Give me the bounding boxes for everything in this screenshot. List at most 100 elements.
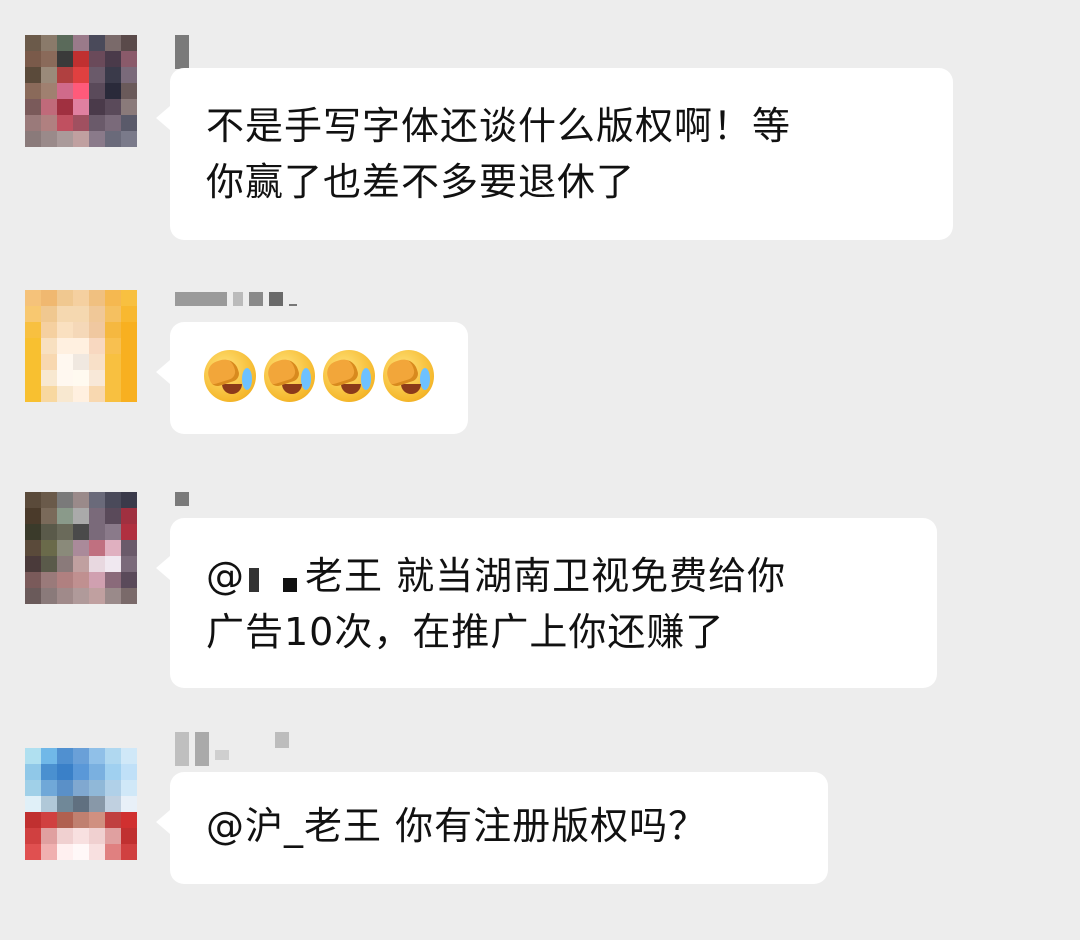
avatar-pixel bbox=[105, 35, 121, 51]
avatar-pixel bbox=[25, 780, 41, 796]
avatar-pixel bbox=[121, 115, 137, 131]
facepalm-crying-emoji-icon bbox=[382, 350, 434, 402]
avatar-pixel bbox=[105, 556, 121, 572]
avatar-pixel bbox=[73, 354, 89, 370]
avatar[interactable] bbox=[25, 748, 137, 860]
avatar-pixel bbox=[89, 780, 105, 796]
avatar-pixel bbox=[73, 508, 89, 524]
avatar-pixel bbox=[73, 131, 89, 147]
avatar-pixel bbox=[73, 556, 89, 572]
avatar-pixel bbox=[41, 306, 57, 322]
mention-name-blur bbox=[245, 564, 305, 594]
avatar-pixel bbox=[73, 322, 89, 338]
emoji-row bbox=[204, 350, 434, 402]
avatar-pixel bbox=[89, 812, 105, 828]
avatar-pixel bbox=[25, 492, 41, 508]
avatar-pixel bbox=[121, 386, 137, 402]
avatar-pixel bbox=[121, 540, 137, 556]
avatar-pixel bbox=[121, 588, 137, 604]
avatar-pixel bbox=[105, 115, 121, 131]
avatar-pixel bbox=[41, 354, 57, 370]
avatar-pixel bbox=[89, 306, 105, 322]
avatar-pixel bbox=[25, 290, 41, 306]
avatar-pixel bbox=[25, 828, 41, 844]
avatar-pixel bbox=[105, 492, 121, 508]
avatar[interactable] bbox=[25, 492, 137, 604]
message-bubble[interactable]: @ 老王 就当湖南卫视免费给你 广告10次，在推广上你还赚了 bbox=[156, 518, 937, 688]
avatar-pixel bbox=[73, 572, 89, 588]
avatar-pixel bbox=[57, 524, 73, 540]
avatar-pixel bbox=[121, 764, 137, 780]
avatar-pixel bbox=[105, 540, 121, 556]
avatar-pixel bbox=[41, 588, 57, 604]
sender-name-blur bbox=[175, 292, 297, 312]
avatar-pixel bbox=[121, 354, 137, 370]
avatar-pixel bbox=[121, 556, 137, 572]
avatar-pixel bbox=[41, 386, 57, 402]
avatar-pixel bbox=[105, 322, 121, 338]
avatar-pixel bbox=[73, 812, 89, 828]
avatar-pixel bbox=[41, 370, 57, 386]
avatar-pixel bbox=[73, 67, 89, 83]
avatar-pixel bbox=[57, 386, 73, 402]
avatar-pixel bbox=[89, 51, 105, 67]
message-text: @ 老王 就当湖南卫视免费给你 广告10次，在推广上你还赚了 bbox=[206, 548, 901, 660]
avatar-pixel bbox=[105, 290, 121, 306]
message-bubble[interactable] bbox=[156, 322, 468, 434]
avatar-pixel bbox=[41, 556, 57, 572]
message-bubble[interactable]: @沪_老王 你有注册版权吗？ bbox=[156, 772, 828, 884]
avatar-pixel bbox=[73, 290, 89, 306]
avatar-pixel bbox=[57, 35, 73, 51]
avatar-pixel bbox=[89, 386, 105, 402]
avatar-pixel bbox=[25, 306, 41, 322]
avatar-pixel bbox=[105, 796, 121, 812]
avatar-pixel bbox=[25, 508, 41, 524]
facepalm-crying-emoji-icon bbox=[323, 350, 375, 402]
avatar-pixel bbox=[25, 338, 41, 354]
message-bubble[interactable]: 不是手写字体还谈什么版权啊！等 你赢了也差不多要退休了 bbox=[156, 68, 953, 240]
avatar[interactable] bbox=[25, 290, 137, 402]
avatar-pixel bbox=[25, 99, 41, 115]
avatar-pixel bbox=[57, 492, 73, 508]
avatar-pixel bbox=[121, 67, 137, 83]
avatar-pixel bbox=[121, 131, 137, 147]
avatar-pixel bbox=[25, 354, 41, 370]
avatar-pixel bbox=[105, 99, 121, 115]
avatar-pixel bbox=[105, 780, 121, 796]
avatar-pixel bbox=[41, 764, 57, 780]
avatar-pixel bbox=[121, 780, 137, 796]
avatar-pixel bbox=[41, 290, 57, 306]
avatar-pixel bbox=[121, 370, 137, 386]
avatar-pixel bbox=[121, 828, 137, 844]
avatar-pixel bbox=[25, 51, 41, 67]
avatar-pixel bbox=[89, 83, 105, 99]
sender-name-blur bbox=[175, 35, 189, 69]
avatar-pixel bbox=[121, 51, 137, 67]
avatar-pixel bbox=[105, 844, 121, 860]
avatar-pixel bbox=[89, 796, 105, 812]
avatar-pixel bbox=[89, 290, 105, 306]
avatar-pixel bbox=[121, 492, 137, 508]
avatar-pixel bbox=[57, 748, 73, 764]
avatar-pixel bbox=[121, 508, 137, 524]
avatar-pixel bbox=[89, 322, 105, 338]
avatar-pixel bbox=[57, 67, 73, 83]
avatar-pixel bbox=[41, 780, 57, 796]
avatar-pixel bbox=[105, 812, 121, 828]
avatar-pixel bbox=[89, 508, 105, 524]
avatar-pixel bbox=[57, 99, 73, 115]
avatar-pixel bbox=[25, 748, 41, 764]
avatar-pixel bbox=[105, 588, 121, 604]
avatar-pixel bbox=[73, 338, 89, 354]
avatar-pixel bbox=[89, 35, 105, 51]
avatar-pixel bbox=[41, 338, 57, 354]
avatar-pixel bbox=[89, 131, 105, 147]
avatar-pixel bbox=[25, 796, 41, 812]
avatar-pixel bbox=[25, 35, 41, 51]
avatar-pixel bbox=[57, 556, 73, 572]
avatar-pixel bbox=[105, 828, 121, 844]
avatar[interactable] bbox=[25, 35, 137, 147]
avatar-pixel bbox=[105, 524, 121, 540]
avatar-pixel bbox=[41, 131, 57, 147]
avatar-pixel bbox=[41, 322, 57, 338]
